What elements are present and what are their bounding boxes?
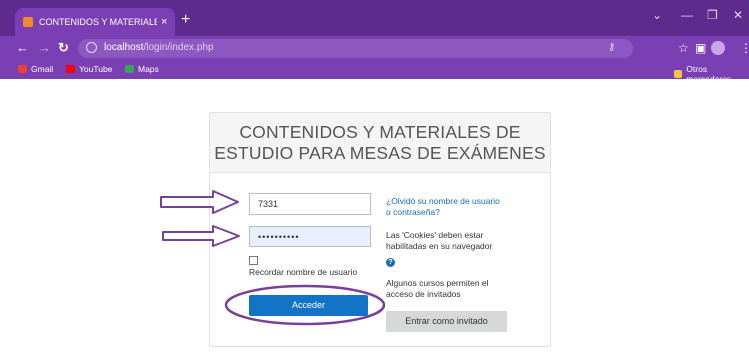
browser-toolbar: ← → ↻ localhost/login/index.php ⚷ ☆ ▣ ⋮	[0, 36, 749, 61]
bookmarks-bar: Gmail YouTube Maps Otros marcadores	[0, 61, 749, 84]
browser-tab[interactable]: CONTENIDOS Y MATERIALES DE ×	[15, 8, 175, 36]
forgot-line2: o contraseña?	[386, 207, 440, 217]
new-tab-icon[interactable]: +	[181, 12, 190, 28]
bookmark-youtube[interactable]: YouTube	[66, 64, 112, 74]
remember-checkbox[interactable]	[249, 256, 258, 265]
side-panel-icon[interactable]: ▣	[695, 41, 706, 55]
profile-avatar-icon[interactable]	[711, 41, 725, 55]
login-header: CONTENIDOS Y MATERIALES DE ESTUDIO PARA …	[210, 113, 550, 173]
folder-icon	[674, 70, 683, 78]
bookmark-label: Maps	[138, 64, 159, 74]
remember-label: Recordar nombre de usuario	[249, 267, 358, 277]
guest-line2: acceso de invitados	[386, 289, 461, 299]
menu-icon[interactable]: ⋮	[740, 41, 749, 55]
cookies-line1: Las 'Cookies' deben estar	[386, 230, 484, 240]
back-icon[interactable]: ←	[16, 40, 29, 56]
forgot-password-link[interactable]: ¿Olvidó su nombre de usuario o contraseñ…	[386, 196, 500, 218]
bookmark-label: YouTube	[79, 64, 113, 74]
url-path: /login/index.php	[143, 42, 214, 53]
browser-tab-bar: CONTENIDOS Y MATERIALES DE × + ⌄ — ❐ ✕	[0, 0, 749, 36]
tab-title: CONTENIDOS Y MATERIALES DE	[39, 17, 157, 27]
url-host: localhost	[104, 42, 144, 53]
guest-login-button[interactable]: Entrar como invitado	[386, 311, 507, 332]
key-icon[interactable]: ⚷	[608, 42, 615, 53]
site-title-line2: ESTUDIO PARA MESAS DE EXÁMENES	[214, 143, 546, 163]
site-info-icon[interactable]	[86, 42, 97, 53]
help-icon[interactable]: ?	[386, 258, 395, 267]
forgot-line1: ¿Olvidó su nombre de usuario	[386, 196, 500, 206]
youtube-icon	[66, 65, 75, 73]
close-window-icon[interactable]: ✕	[733, 8, 743, 22]
moodle-favicon-icon	[23, 17, 33, 27]
bookmark-maps[interactable]: Maps	[125, 64, 159, 74]
minimize-icon[interactable]: —	[681, 8, 693, 22]
tab-search-chevron-icon[interactable]: ⌄	[652, 8, 662, 22]
url-text: localhost/login/index.php	[104, 42, 214, 53]
address-bar[interactable]: localhost/login/index.php ⚷	[78, 39, 633, 58]
login-button[interactable]: Acceder	[249, 295, 368, 316]
password-input[interactable]: ••••••••••	[249, 226, 371, 247]
cookies-notice: Las 'Cookies' deben estar habilitadas en…	[386, 230, 492, 252]
guest-notice: Algunos cursos permiten el acceso de inv…	[386, 278, 489, 300]
maps-icon	[125, 65, 134, 73]
tab-close-icon[interactable]: ×	[161, 16, 167, 28]
guest-line1: Algunos cursos permiten el	[386, 278, 489, 288]
site-title-line1: CONTENIDOS Y MATERIALES DE	[239, 122, 521, 142]
bookmark-gmail[interactable]: Gmail	[18, 64, 53, 74]
bookmark-star-icon[interactable]: ☆	[678, 41, 689, 55]
forward-icon[interactable]: →	[38, 40, 51, 56]
cookies-line2: habilitadas en su navegador	[386, 241, 493, 251]
bookmark-label: Gmail	[31, 64, 54, 74]
reload-icon[interactable]: ↻	[58, 40, 69, 56]
username-input[interactable]: 7331	[249, 193, 371, 215]
gmail-icon	[18, 65, 27, 73]
maximize-icon[interactable]: ❐	[707, 8, 718, 22]
